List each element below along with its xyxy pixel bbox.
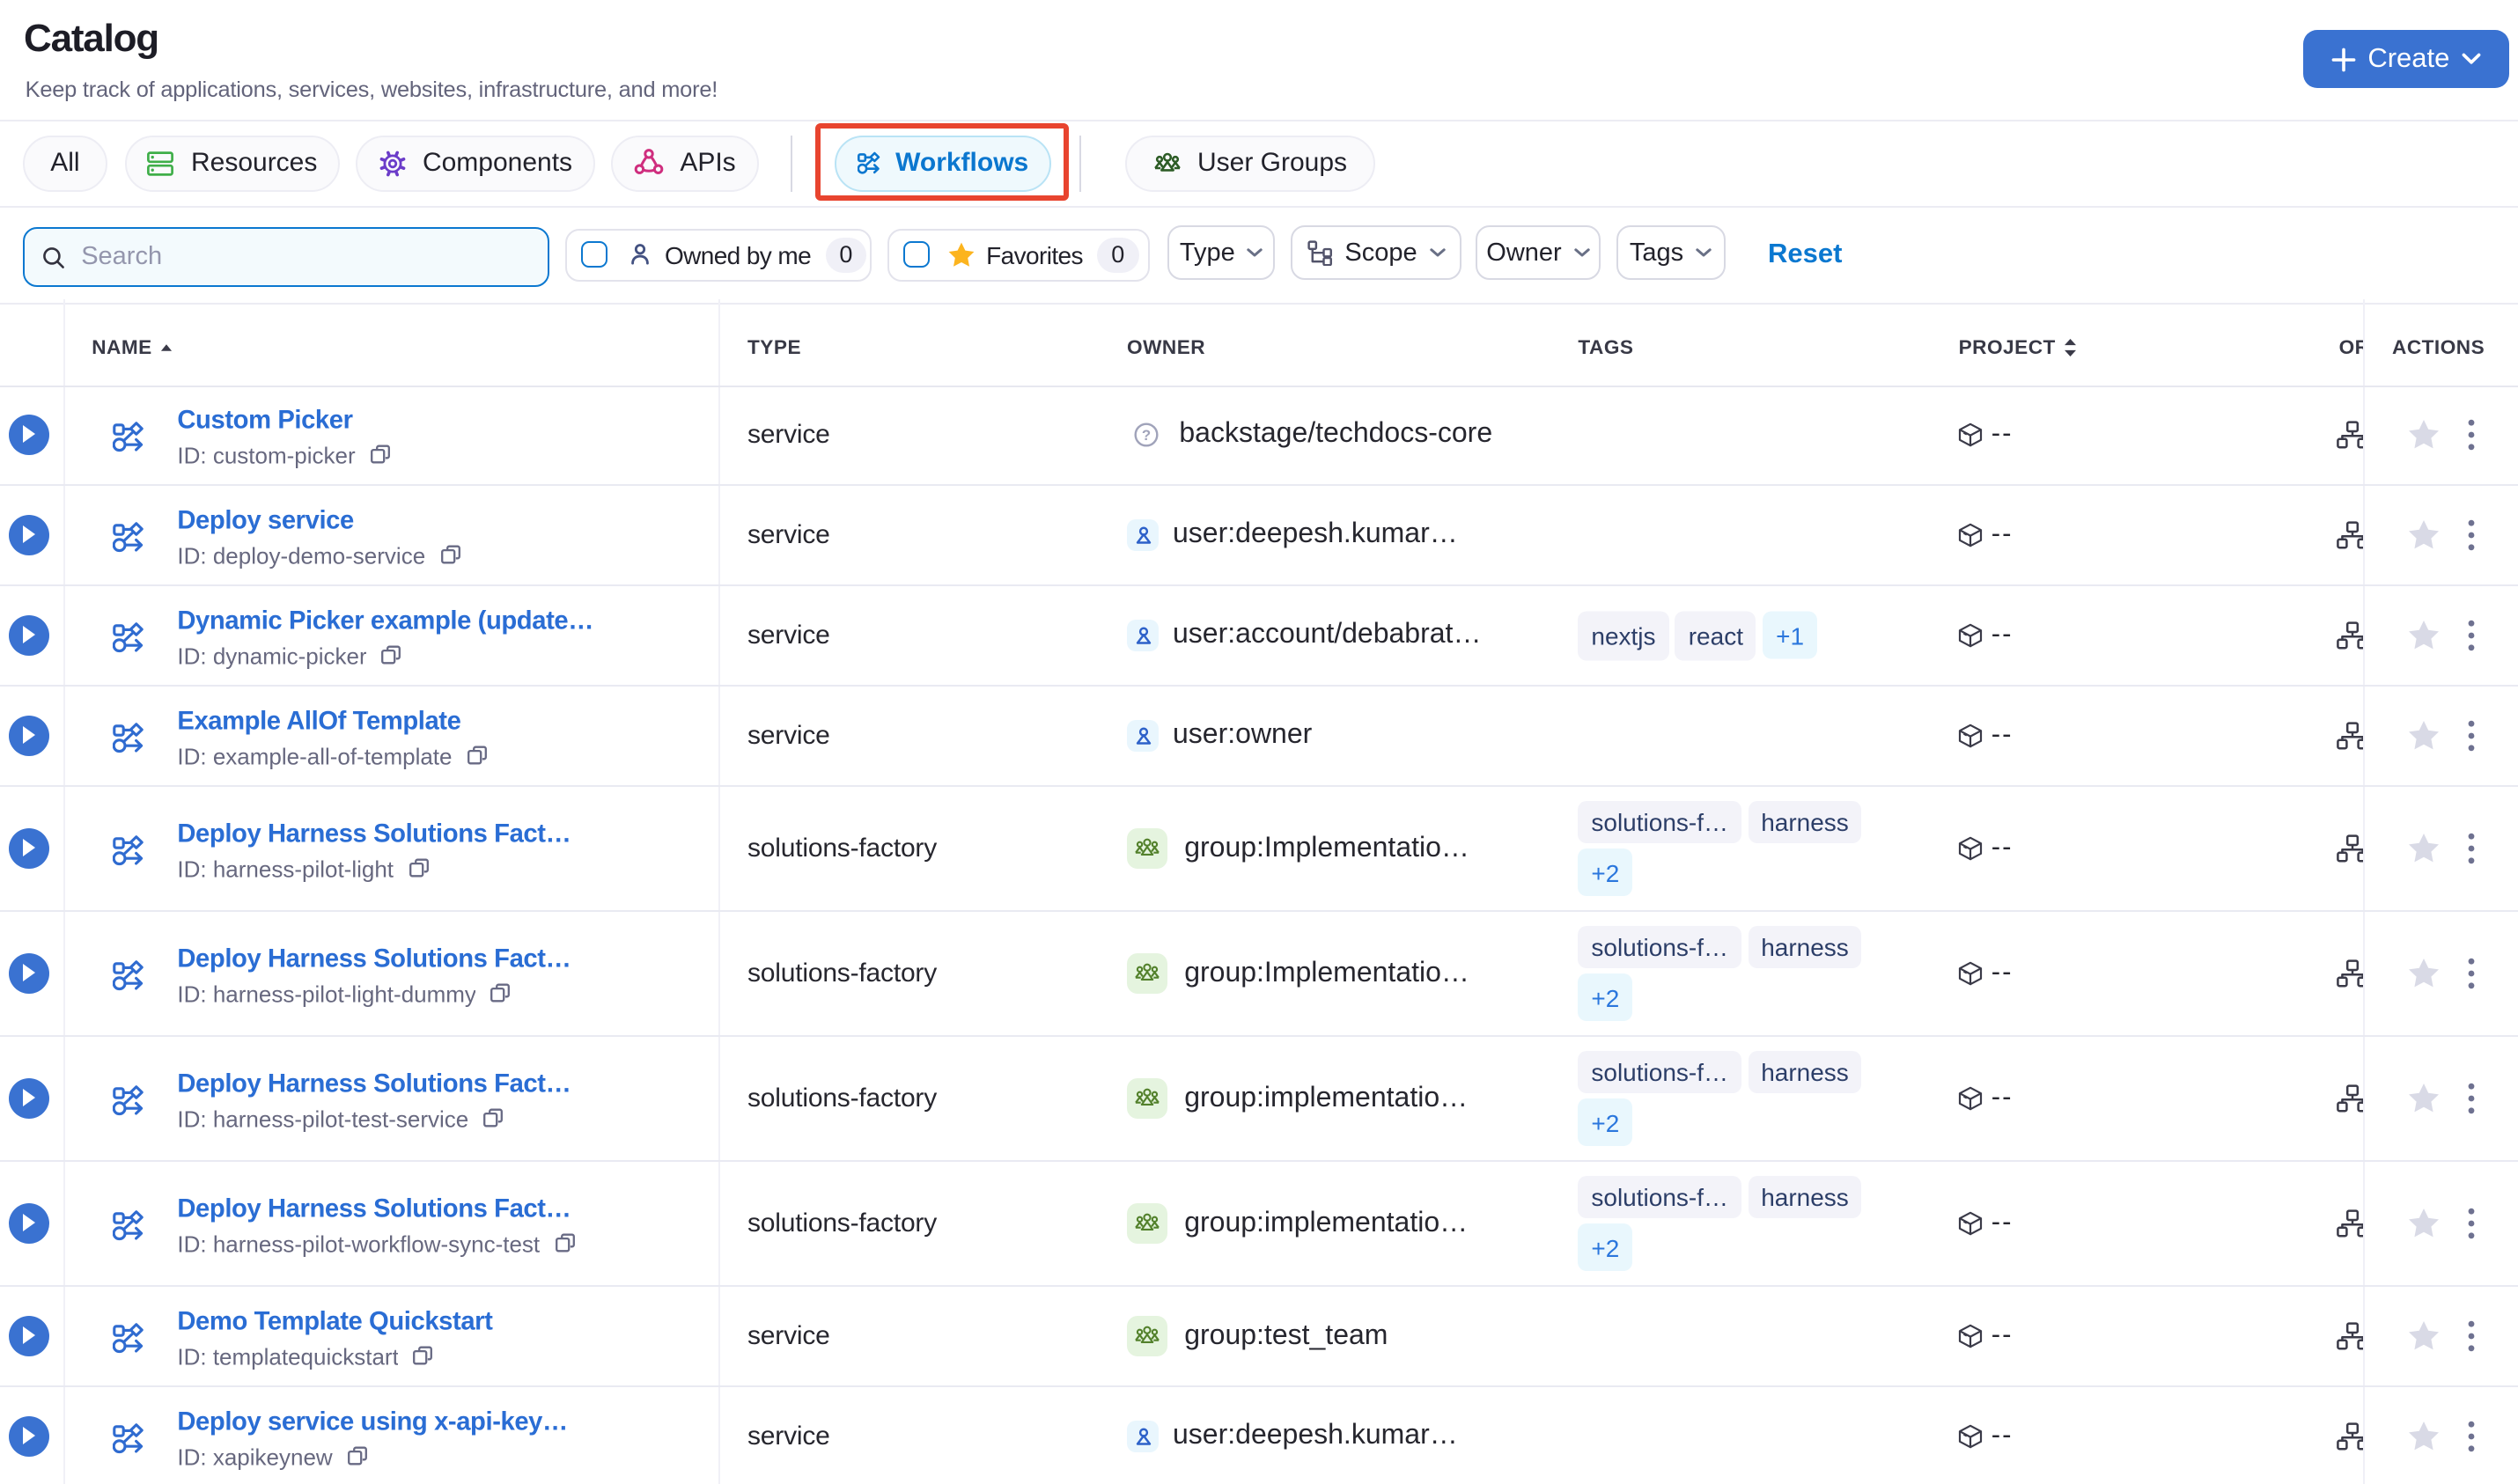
svg-text:?: ? [1142, 428, 1151, 444]
